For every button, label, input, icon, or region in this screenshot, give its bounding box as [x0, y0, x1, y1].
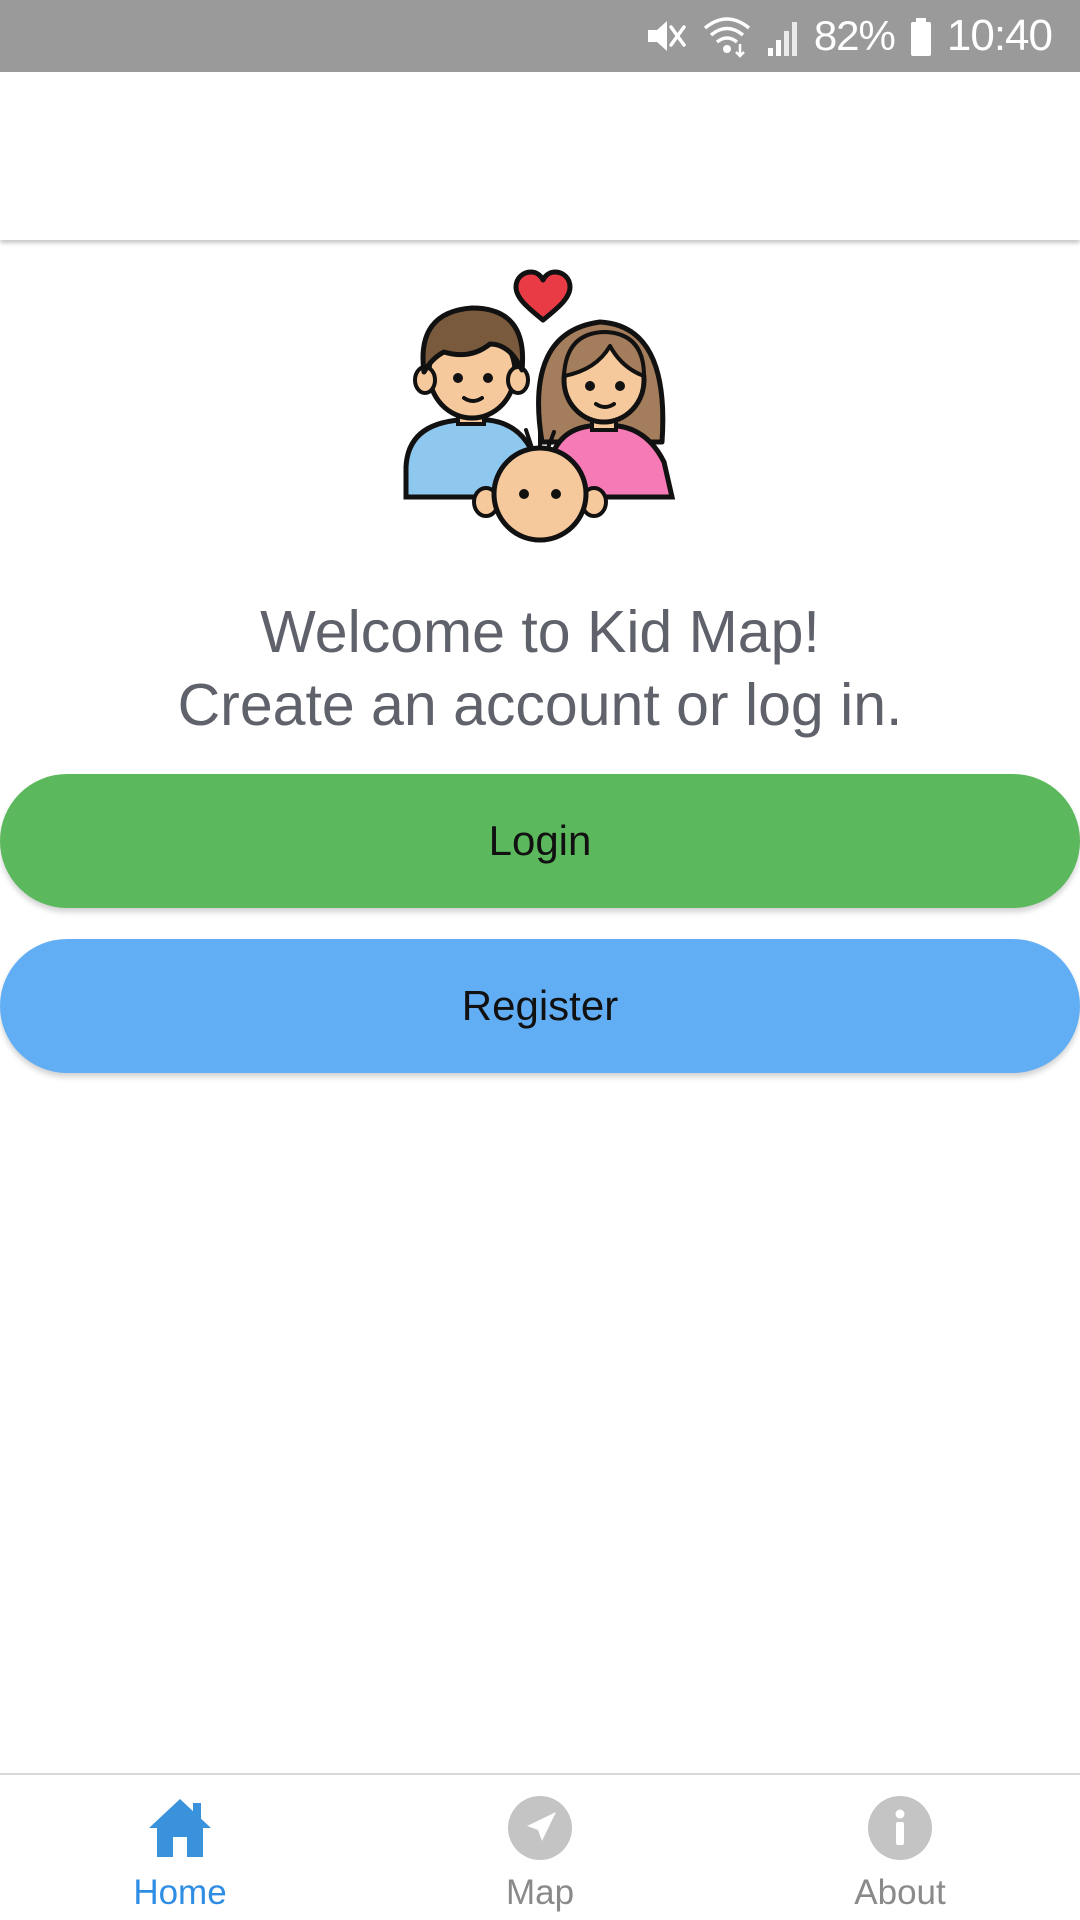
home-icon: [147, 1795, 213, 1861]
tab-map[interactable]: Map: [430, 1775, 650, 1920]
cell-signal-icon: [766, 14, 800, 58]
login-button[interactable]: Login: [0, 774, 1080, 908]
register-button-label: Register: [461, 982, 619, 1029]
status-bar: 82% 10:40: [0, 0, 1080, 72]
clock: 10:40: [946, 11, 1053, 60]
heart-icon: [513, 269, 573, 323]
bottom-tab-bar: Home Map About: [0, 1773, 1080, 1920]
app-screen: 82% 10:40 Welcome to Kid Map! Create an …: [0, 0, 1080, 1920]
tab-about-label: About: [854, 1873, 946, 1912]
tab-about[interactable]: About: [790, 1775, 1010, 1920]
status-icons: 82% 10:40: [644, 0, 1053, 72]
login-button-label: Login: [488, 817, 592, 864]
welcome-subtitle: Create an account or log in.: [177, 672, 903, 738]
tab-home[interactable]: Home: [70, 1775, 290, 1920]
navigation-arrow-icon: [507, 1795, 573, 1861]
register-button[interactable]: Register: [0, 939, 1080, 1073]
vibrate-mute-icon: [644, 14, 688, 58]
app-header: [0, 72, 1080, 240]
welcome-title: Welcome to Kid Map!: [260, 599, 820, 665]
battery-icon: [909, 14, 933, 58]
family-illustration: [400, 262, 680, 544]
tab-map-label: Map: [505, 1873, 575, 1912]
battery-percent: 82%: [813, 12, 896, 59]
welcome-message: Welcome to Kid Map! Create an account or…: [0, 596, 1080, 742]
tab-home-label: Home: [133, 1873, 227, 1912]
info-icon: [867, 1795, 933, 1861]
wifi-icon: [702, 14, 752, 58]
